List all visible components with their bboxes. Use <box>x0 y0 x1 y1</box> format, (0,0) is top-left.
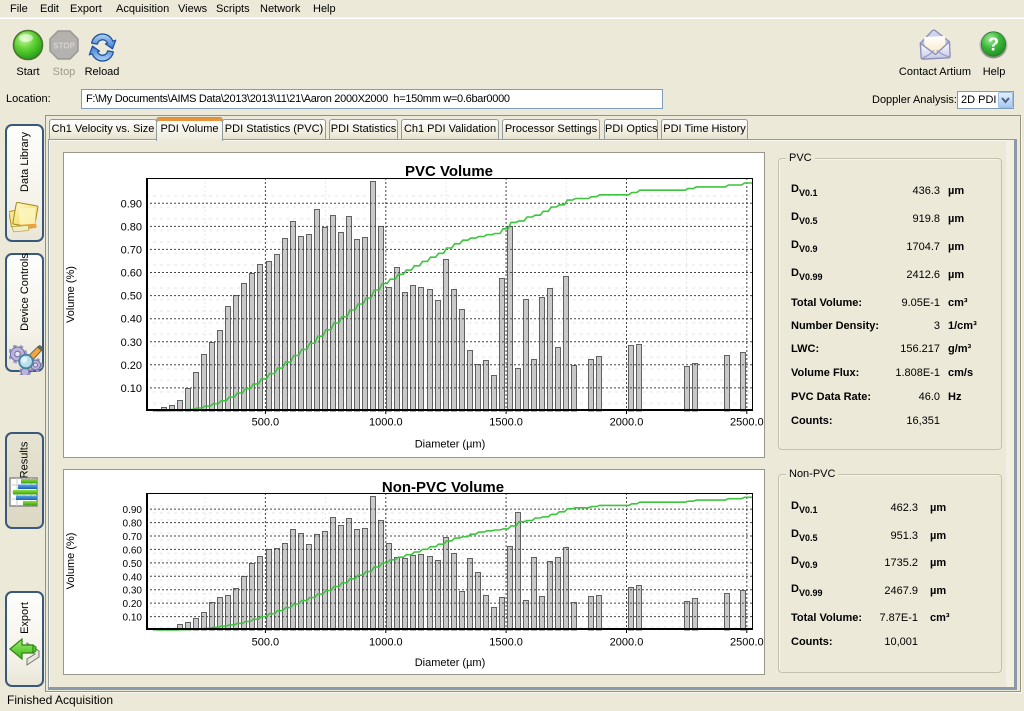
svg-text:STOP: STOP <box>53 42 75 51</box>
svg-text:1500.0: 1500.0 <box>489 637 523 649</box>
svg-text:0.50: 0.50 <box>123 559 143 570</box>
svg-text:0.70: 0.70 <box>123 532 143 543</box>
svg-text:1500.0: 1500.0 <box>489 417 523 429</box>
svg-text:0.40: 0.40 <box>121 314 142 326</box>
svg-text:?: ? <box>988 35 999 55</box>
svg-text:1000.0: 1000.0 <box>369 417 403 429</box>
svg-text:Non-PVC Volume: Non-PVC Volume <box>382 479 504 496</box>
svg-text:0.30: 0.30 <box>121 337 142 349</box>
svg-text:0.40: 0.40 <box>123 572 143 583</box>
svg-text:0.50: 0.50 <box>121 291 142 303</box>
svg-text:0.20: 0.20 <box>121 360 142 372</box>
svg-text:Diameter (µm): Diameter (µm) <box>415 439 486 451</box>
svg-text:0.20: 0.20 <box>123 599 143 610</box>
svg-text:2000.0: 2000.0 <box>610 417 644 429</box>
svg-text:2000.0: 2000.0 <box>610 637 644 649</box>
svg-text:500.0: 500.0 <box>252 637 280 649</box>
svg-text:0.10: 0.10 <box>123 613 143 624</box>
svg-text:0.30: 0.30 <box>123 586 143 597</box>
svg-text:0.70: 0.70 <box>121 244 142 256</box>
svg-text:Volume (%): Volume (%) <box>65 533 77 590</box>
svg-text:2500.0: 2500.0 <box>730 637 764 649</box>
svg-text:500.0: 500.0 <box>252 417 280 429</box>
svg-text:Volume (%): Volume (%) <box>65 266 77 323</box>
svg-text:0.90: 0.90 <box>121 198 142 210</box>
svg-text:0.80: 0.80 <box>121 221 142 233</box>
svg-text:0.60: 0.60 <box>123 545 143 556</box>
svg-text:0.90: 0.90 <box>123 505 143 516</box>
svg-text:0.60: 0.60 <box>121 268 142 280</box>
svg-text:Diameter (µm): Diameter (µm) <box>415 657 486 669</box>
svg-text:2500.0: 2500.0 <box>730 417 764 429</box>
svg-text:0.80: 0.80 <box>123 519 143 530</box>
svg-text:PVC Volume: PVC Volume <box>405 163 493 180</box>
svg-text:0.10: 0.10 <box>121 383 142 395</box>
svg-text:1000.0: 1000.0 <box>369 637 403 649</box>
